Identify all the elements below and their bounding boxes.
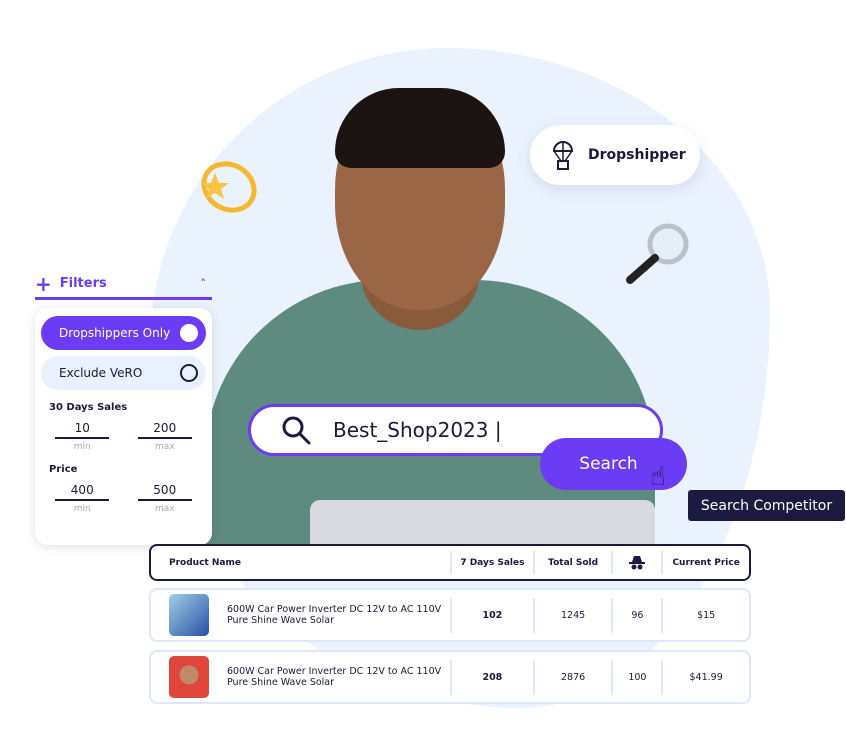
sales-max-value: 200 xyxy=(137,421,192,439)
max-label: max xyxy=(154,504,175,514)
search-icon xyxy=(282,416,311,445)
min-label: min xyxy=(73,442,91,452)
product-name: 600W Car Power Inverter DC 12V to AC 110… xyxy=(227,666,442,688)
sales-min-value: 10 xyxy=(55,421,110,439)
filters-panel: Dropshippers Only Exclude VeRO 30 Days S… xyxy=(35,308,212,545)
header-product-name: Product Name xyxy=(169,557,241,568)
price-label: Price xyxy=(49,464,78,475)
dropshipper-badge: Dropshipper xyxy=(530,125,700,185)
price-cell: $41.99 xyxy=(661,659,749,695)
header-current-price: Current Price xyxy=(661,550,749,575)
magnifier-icon xyxy=(626,223,689,284)
price-max-field[interactable]: 500 max xyxy=(137,483,192,514)
sales-label: 30 Days Sales xyxy=(49,402,128,413)
price-min-value: 400 xyxy=(55,483,110,501)
header-7-days-sales: 7 Days Sales xyxy=(450,550,533,575)
hand-cursor-icon: ☝ xyxy=(650,462,666,492)
parachute-box-icon xyxy=(552,141,574,170)
search-button-label: Search xyxy=(579,454,638,474)
badge-label: Dropshipper xyxy=(588,147,686,163)
max-label: max xyxy=(154,442,175,452)
toggle-label: Exclude VeRO xyxy=(59,366,143,380)
total-cell: 2876 xyxy=(532,659,612,695)
sales-max-field[interactable]: 200 max xyxy=(137,421,192,452)
chevron-up-icon: ˄ xyxy=(200,277,207,290)
search-value: Best_Shop2023 | xyxy=(333,418,502,442)
total-cell: 1245 xyxy=(532,597,612,633)
filters-toggle[interactable]: + Filters ˄ xyxy=(35,270,212,300)
sales7-cell: 102 xyxy=(450,597,533,633)
toggle-label: Dropshippers Only xyxy=(59,326,171,340)
toggle-exclude-vero[interactable]: Exclude VeRO xyxy=(41,356,206,390)
header-spy xyxy=(611,550,661,575)
header-total-sold: Total Sold xyxy=(532,550,612,575)
toggle-dropshippers-only[interactable]: Dropshippers Only xyxy=(41,316,206,350)
price-cell: $15 xyxy=(661,597,749,633)
search-tooltip: Search Competitor xyxy=(688,490,845,521)
min-label: min xyxy=(73,504,91,514)
spy-icon xyxy=(629,555,646,569)
table-row[interactable]: 600W Car Power Inverter DC 12V to AC 110… xyxy=(149,650,751,704)
price-max-value: 500 xyxy=(137,483,192,501)
spy-cell: 96 xyxy=(611,597,661,633)
toggle-indicator xyxy=(180,324,198,342)
laptop xyxy=(310,500,655,550)
toggle-indicator xyxy=(180,364,198,382)
table-row[interactable]: 600W Car Power Inverter DC 12V to AC 110… xyxy=(149,588,751,642)
price-min-field[interactable]: 400 min xyxy=(55,483,110,514)
product-thumbnail xyxy=(169,594,209,636)
sales-min-field[interactable]: 10 min xyxy=(55,421,110,452)
plus-icon: + xyxy=(35,271,52,296)
star-ring-icon xyxy=(201,161,257,213)
table-header: Product Name 7 Days Sales Total Sold Cur… xyxy=(149,544,751,581)
product-name: 600W Car Power Inverter DC 12V to AC 110… xyxy=(227,604,442,626)
filters-title: Filters xyxy=(59,276,107,291)
person-hair xyxy=(335,88,505,168)
product-thumbnail xyxy=(169,656,209,698)
sales7-cell: 208 xyxy=(450,659,533,695)
spy-cell: 100 xyxy=(611,659,661,695)
